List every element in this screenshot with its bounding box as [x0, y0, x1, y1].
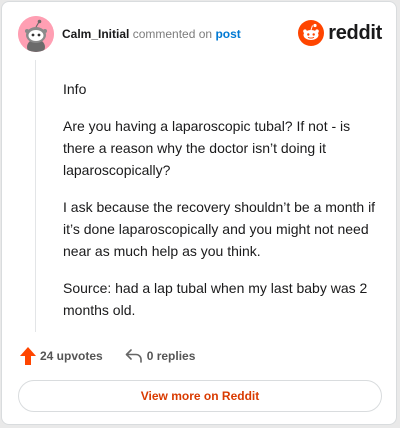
username[interactable]: Calm_Initial [62, 27, 129, 41]
upvote-count: 24 upvotes [40, 349, 103, 363]
action-text: commented on [132, 27, 213, 41]
comment-actions: 24 upvotes 0 replies [20, 346, 195, 366]
reply-count: 0 replies [146, 349, 196, 363]
comment-card: Calm_Initial commented on post reddit In… [1, 1, 397, 425]
comment-meta: Calm_Initial commented on post [62, 27, 241, 41]
comment-paragraph: Info [63, 81, 87, 97]
upvote-arrow-icon [20, 347, 36, 365]
comment-paragraph: Source: had a lap tubal when my last bab… [63, 280, 368, 318]
snoo-avatar-icon [18, 16, 54, 52]
brand-wordmark: reddit [328, 21, 382, 44]
view-more-button[interactable]: View more on Reddit [18, 380, 382, 412]
upvote-button[interactable]: 24 upvotes [20, 347, 103, 365]
comment-header: Calm_Initial commented on post reddit [18, 16, 382, 54]
reddit-brand[interactable]: reddit [298, 20, 382, 46]
comment-paragraph: Are you having a laparoscopic tubal? If … [63, 118, 351, 178]
comment-paragraph: I ask because the recovery shouldn’t be … [63, 199, 376, 259]
reply-arrow-icon [125, 349, 142, 363]
avatar[interactable] [18, 16, 54, 52]
reddit-logo-icon [298, 20, 325, 46]
post-link[interactable]: post [215, 27, 240, 41]
thread-line [35, 60, 36, 332]
comment-body: Info Are you having a laparoscopic tubal… [63, 78, 381, 336]
reply-button[interactable]: 0 replies [125, 348, 196, 364]
